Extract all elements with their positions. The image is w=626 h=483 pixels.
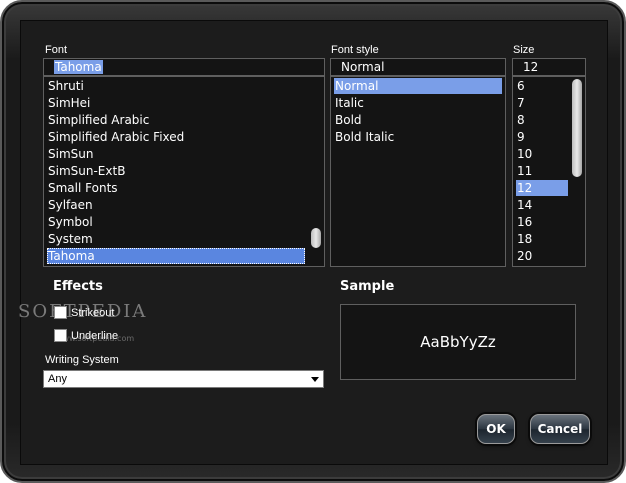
sample-preview: AaBbYyZz — [340, 304, 576, 380]
font-style-input[interactable]: Normal — [330, 58, 506, 76]
font-style-label: Font style — [331, 44, 379, 56]
font-list[interactable]: Shruti SimHei Simplified Arabic Simplified … — [43, 76, 325, 267]
font-input[interactable]: Tahoma — [43, 58, 325, 76]
list-item[interactable]: 18 — [516, 231, 568, 247]
list-item[interactable]: Shruti — [47, 78, 305, 94]
font-list-scroll-thumb[interactable] — [311, 228, 321, 248]
list-item[interactable]: Simplified Arabic — [47, 112, 305, 128]
list-item[interactable]: 8 — [516, 112, 568, 128]
underline-label: Underline — [71, 330, 119, 342]
sample-text: AaBbYyZz — [420, 333, 496, 351]
size-label: Size — [513, 44, 535, 56]
list-item[interactable]: System — [47, 231, 305, 247]
list-item[interactable]: Simplified Arabic Fixed — [47, 129, 305, 145]
list-item[interactable]: SimHei — [47, 95, 305, 111]
list-item[interactable]: Italic — [334, 95, 502, 111]
list-item[interactable]: Normal — [334, 78, 502, 94]
writing-system-select[interactable]: Any — [43, 370, 324, 388]
writing-system-label: Writing System — [45, 354, 119, 366]
font-label: Font — [45, 44, 68, 56]
list-item[interactable]: 10 — [516, 146, 568, 162]
size-list-scroll-thumb[interactable] — [572, 79, 582, 177]
list-item[interactable]: 11 — [516, 163, 568, 179]
list-item[interactable]: 14 — [516, 197, 568, 213]
size-input[interactable]: 12 — [512, 58, 586, 76]
list-item[interactable]: 9 — [516, 129, 568, 145]
font-style-list[interactable]: Normal Italic Bold Bold Italic — [330, 76, 506, 267]
font-input-value: Tahoma — [54, 60, 103, 74]
ok-button[interactable]: OK — [477, 414, 515, 444]
list-item[interactable]: 7 — [516, 95, 568, 111]
sample-heading: Sample — [340, 279, 395, 294]
effects-heading: Effects — [53, 279, 103, 294]
size-input-value: 12 — [523, 60, 539, 74]
size-list[interactable]: 6 7 8 9 10 11 12 14 16 18 20 — [512, 76, 586, 267]
list-item[interactable]: Sylfaen — [47, 197, 305, 213]
font-dialog-window: Font Tahoma Shruti SimHei Simplified Arabi… — [0, 0, 626, 483]
size-list-scrollbar[interactable] — [571, 77, 583, 266]
list-item[interactable]: 12 — [516, 180, 568, 196]
chevron-down-icon — [311, 377, 319, 382]
list-item[interactable]: SimSun-ExtB — [47, 163, 305, 179]
list-item[interactable]: 16 — [516, 214, 568, 230]
writing-system-value: Any — [48, 373, 67, 385]
list-item[interactable]: Bold Italic — [334, 129, 502, 145]
font-list-scrollbar[interactable] — [310, 77, 322, 266]
cancel-button[interactable]: Cancel — [530, 414, 590, 444]
list-item[interactable]: Tahoma — [47, 248, 305, 264]
list-item[interactable]: Symbol — [47, 214, 305, 230]
font-style-input-value: Normal — [341, 60, 385, 74]
list-item[interactable]: Bold — [334, 112, 502, 128]
underline-checkbox[interactable] — [54, 329, 67, 342]
list-item[interactable]: Small Fonts — [47, 180, 305, 196]
list-item[interactable]: 6 — [516, 78, 568, 94]
list-item[interactable]: 20 — [516, 248, 568, 264]
strikeout-checkbox[interactable] — [54, 306, 67, 319]
list-item[interactable]: SimSun — [47, 146, 305, 162]
strikeout-label: Strikeout — [71, 307, 115, 319]
